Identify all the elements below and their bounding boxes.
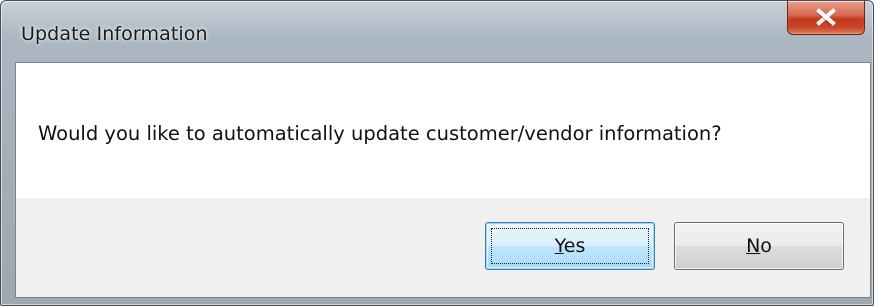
no-button[interactable]: No [674,222,844,270]
close-button[interactable] [787,1,865,35]
dialog-body: Would you like to automatically update c… [15,62,871,298]
dialog-window: Update Information Would you like to aut… [0,0,874,306]
title-bar[interactable]: Update Information [1,1,873,61]
no-accelerator: N [746,235,761,257]
message-text: Would you like to automatically update c… [38,122,722,145]
yes-label-rest: es [563,235,586,257]
window-title: Update Information [21,23,208,45]
message-area: Would you like to automatically update c… [16,63,870,198]
yes-button[interactable]: Yes [485,222,655,270]
no-button-label: No [675,235,843,257]
yes-accelerator: Y [554,235,564,257]
no-label-rest: o [760,235,772,257]
yes-button-label: Yes [486,235,654,257]
close-icon [816,8,836,26]
